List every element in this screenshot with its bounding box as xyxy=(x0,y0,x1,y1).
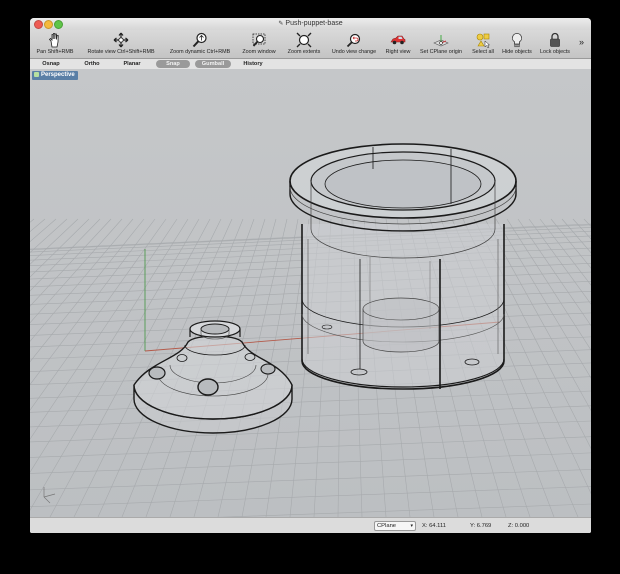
ortho-toggle[interactable]: Ortho xyxy=(80,60,104,68)
cplane-select[interactable]: CPlane ▾ xyxy=(374,521,416,531)
tool-label: Pan Shift+RMB xyxy=(36,49,74,55)
cplane-value: CPlane xyxy=(377,523,397,529)
grid-line xyxy=(30,218,167,411)
rotate-view-icon xyxy=(113,32,129,48)
gumball-toggle[interactable]: Gumball xyxy=(195,60,231,68)
tool-label: Select all xyxy=(472,49,494,55)
tool-label: Hide objects xyxy=(502,49,532,55)
title-bar: ✎ Push-puppet-base xyxy=(30,18,591,30)
zoom-extents-icon xyxy=(296,32,312,48)
hide-objects-button[interactable]: Hide objects xyxy=(499,30,535,58)
grid-line xyxy=(30,376,591,399)
planar-toggle[interactable]: Planar xyxy=(120,60,144,68)
grid-line xyxy=(30,420,591,443)
tool-label: Zoom dynamic Ctrl+RMB xyxy=(169,49,231,55)
viewport-name: Perspective xyxy=(41,72,75,78)
grid-line xyxy=(30,452,591,474)
lock-objects-icon xyxy=(550,32,560,47)
osnap-toggle[interactable]: Osnap xyxy=(38,60,64,68)
minimize-window-button[interactable] xyxy=(44,20,53,29)
close-window-button[interactable] xyxy=(34,20,43,29)
lid-model[interactable] xyxy=(133,320,293,434)
hand-icon xyxy=(48,33,59,48)
tool-label: Lock objects xyxy=(540,49,570,55)
toolbar-overflow-chevron-icon[interactable]: » xyxy=(579,37,584,47)
lock-objects-button[interactable]: Lock objects xyxy=(535,30,575,58)
perspective-viewport[interactable]: Perspective xyxy=(30,69,591,517)
tool-label: Zoom extents xyxy=(287,49,321,55)
document-icon: ✎ xyxy=(278,21,284,27)
set-cplane-origin-button[interactable]: Set CPlane origin xyxy=(415,30,467,58)
tool-label: Rotate view Ctrl+Shift+RMB xyxy=(87,49,155,55)
toolbar: Pan Shift+RMB Rotate view Ctrl+Shift+RMB… xyxy=(30,30,591,59)
viewport-canvas[interactable] xyxy=(30,69,591,517)
viewport-menu-icon xyxy=(34,71,39,77)
snap-toggle[interactable]: Snap xyxy=(156,60,190,68)
rhino-window: ✎ Push-puppet-base Pan Shift+RMB Rotate v… xyxy=(30,18,591,533)
hide-objects-icon xyxy=(512,33,522,48)
tool-label: Zoom window xyxy=(242,49,276,55)
cplane-origin-icon xyxy=(433,35,449,47)
grid-line xyxy=(30,486,591,508)
tool-label: Set CPlane origin xyxy=(420,49,462,55)
grid-line xyxy=(217,503,591,517)
window-title: Push-puppet-base xyxy=(285,20,343,27)
grid-line xyxy=(30,469,591,491)
chevron-down-icon: ▾ xyxy=(410,523,413,529)
select-all-icon xyxy=(476,33,491,48)
tool-label: Right view xyxy=(385,49,411,55)
right-view-icon xyxy=(390,35,406,45)
grid-line xyxy=(30,218,156,386)
undo-view-icon xyxy=(346,33,361,48)
zoom-window-button[interactable] xyxy=(54,20,63,29)
undo-view-change-button[interactable]: Undo view change xyxy=(327,30,381,58)
zoom-window-button[interactable]: Zoom window xyxy=(237,30,281,58)
zoom-dynamic-icon xyxy=(192,32,207,48)
zoom-extents-button[interactable]: Zoom extents xyxy=(281,30,327,58)
status-bar: CPlane ▾ X: 64.111 Y: 6.769 Z: 0.000 xyxy=(30,517,591,533)
canister-model[interactable] xyxy=(289,143,517,390)
z-coordinate: Z: 0.000 xyxy=(508,523,530,529)
y-coordinate: Y: 6.769 xyxy=(470,523,492,529)
tool-label: Undo view change xyxy=(331,49,377,55)
rotate-view-button[interactable]: Rotate view Ctrl+Shift+RMB xyxy=(79,30,163,58)
zoom-dynamic-button[interactable]: Zoom dynamic Ctrl+RMB xyxy=(163,30,237,58)
select-all-button[interactable]: Select all xyxy=(467,30,499,58)
right-view-button[interactable]: Right view xyxy=(381,30,415,58)
x-coordinate: X: 64.111 xyxy=(422,523,446,529)
zoom-window-icon xyxy=(252,33,266,47)
history-toggle[interactable]: History xyxy=(239,60,267,68)
pan-button[interactable]: Pan Shift+RMB xyxy=(31,30,79,58)
viewport-title-tab[interactable]: Perspective xyxy=(32,71,78,80)
